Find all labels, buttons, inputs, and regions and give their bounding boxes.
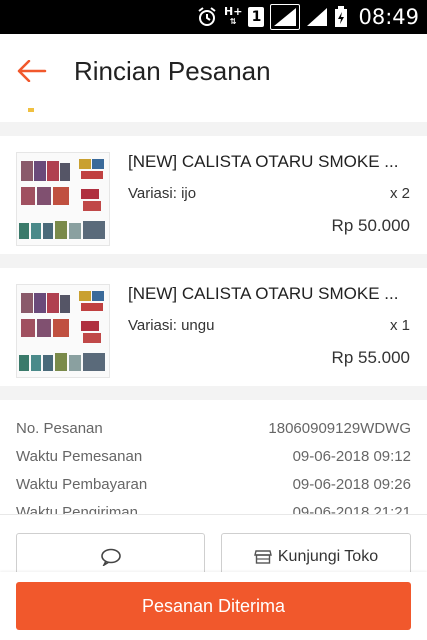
product-variation: Variasi: ungu: [128, 317, 215, 334]
order-received-label: Pesanan Diterima: [141, 595, 286, 616]
alarm-icon: [196, 6, 218, 28]
order-received-button[interactable]: Pesanan Diterima: [16, 582, 411, 630]
product-price: Rp 55.000: [331, 348, 410, 367]
app-bar: Rincian Pesanan: [0, 34, 427, 108]
network-type-icon: H+ ⇅: [224, 5, 243, 26]
status-bar: H+ ⇅ 1 08:49: [0, 0, 427, 34]
bottom-bar: Pesanan Diterima: [0, 572, 427, 640]
order-number-value: 18060909129WDWG: [268, 419, 411, 437]
payment-time-label: Waktu Pembayaran: [16, 475, 148, 493]
action-buttons: Kunjungi Toko: [0, 514, 427, 581]
order-time-row: Waktu Pemesanan 09-06-2018 09:12: [16, 442, 411, 470]
chat-bubble-icon: [100, 548, 121, 566]
order-info-section: No. Pesanan 18060909129WDWG Waktu Pemesa…: [0, 400, 427, 521]
product-quantity: x 2: [389, 185, 410, 202]
payment-time-value: 09-06-2018 09:26: [292, 475, 411, 493]
product-name: [NEW] CALISTA OTARU SMOKE ...: [128, 284, 399, 303]
product-name: [NEW] CALISTA OTARU SMOKE ...: [128, 152, 399, 171]
sim-label: 1: [251, 9, 262, 25]
signal-2-icon: [306, 6, 328, 28]
order-number-row: No. Pesanan 18060909129WDWG: [16, 414, 411, 442]
product-price: Rp 50.000: [331, 216, 410, 235]
order-number-label: No. Pesanan: [16, 419, 103, 437]
product-item[interactable]: [NEW] CALISTA OTARU SMOKE ... Variasi: i…: [0, 136, 427, 254]
sim-icon: 1: [248, 7, 265, 27]
product-thumbnail: [16, 152, 110, 246]
back-button[interactable]: [0, 34, 64, 108]
visit-shop-label: Kunjungi Toko: [277, 548, 379, 565]
battery-icon: [334, 6, 348, 28]
order-time-value: 09-06-2018 09:12: [292, 447, 411, 465]
product-quantity: x 1: [389, 317, 410, 334]
network-type-label: H+: [224, 5, 243, 18]
order-content: [NEW] CALISTA OTARU SMOKE ... Variasi: i…: [0, 108, 427, 581]
page-title: Rincian Pesanan: [74, 55, 271, 86]
back-arrow-icon: [17, 60, 47, 82]
clock: 08:49: [358, 5, 419, 29]
signal-icon: [270, 4, 301, 30]
shop-icon: [253, 550, 272, 564]
payment-time-row: Waktu Pembayaran 09-06-2018 09:26: [16, 470, 411, 498]
product-variation: Variasi: ijo: [128, 185, 197, 202]
order-time-label: Waktu Pemesanan: [16, 447, 143, 465]
product-item[interactable]: [NEW] CALISTA OTARU SMOKE ... Variasi: u…: [0, 268, 427, 386]
product-thumbnail: [16, 284, 110, 378]
previous-section-edge: [0, 108, 427, 122]
